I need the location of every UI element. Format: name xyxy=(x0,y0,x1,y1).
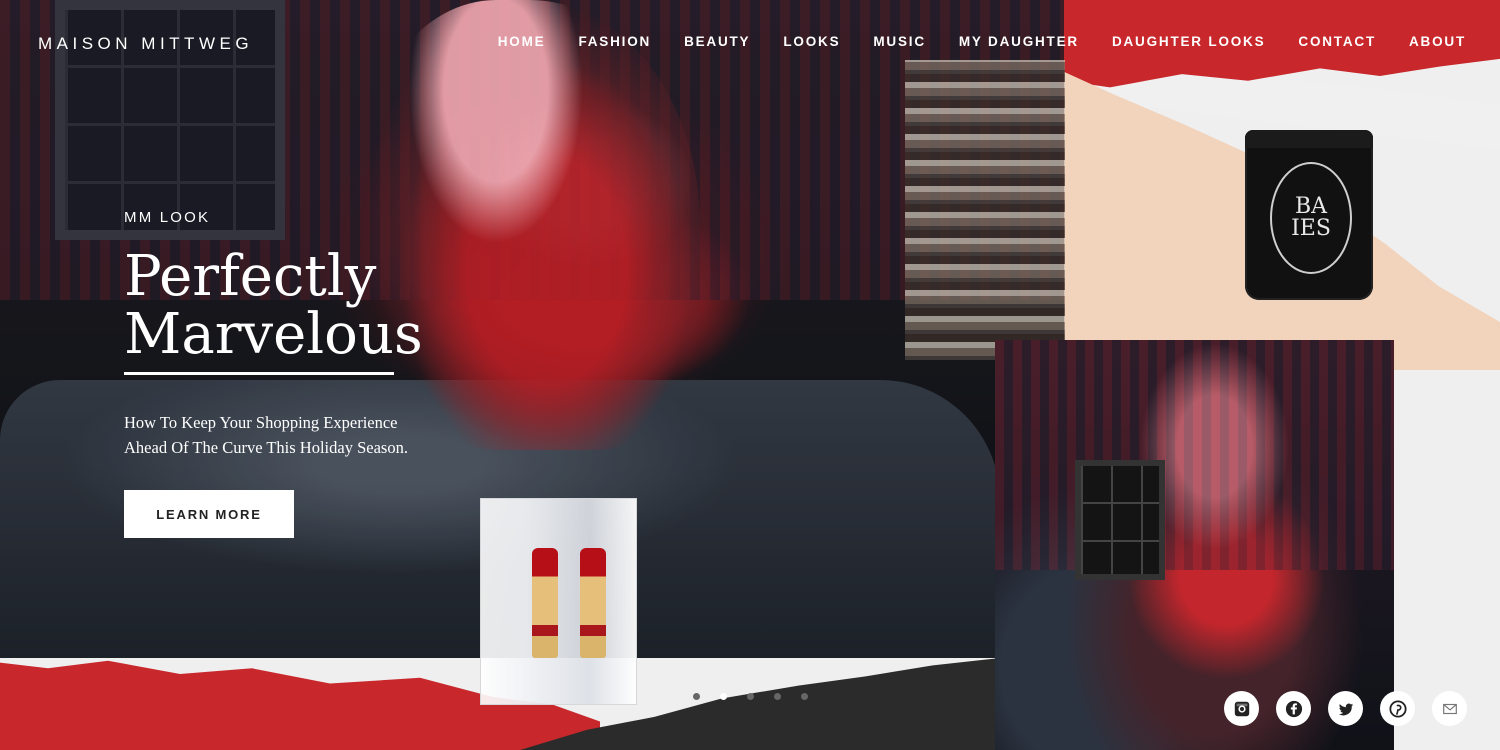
lipstick-right xyxy=(580,548,606,658)
instagram-button[interactable] xyxy=(1224,691,1259,726)
secondary-window xyxy=(1075,460,1165,580)
lipstick-acrylic-block xyxy=(480,498,637,705)
secondary-photo xyxy=(995,340,1394,750)
hero-headline: Perfectly Marvelous xyxy=(124,248,423,364)
twitter-icon xyxy=(1338,703,1353,715)
headline-line-1: Perfectly xyxy=(124,244,377,309)
candle-label-line-1: BA xyxy=(1294,194,1328,219)
hero-kicker: MM LOOK xyxy=(124,209,211,226)
headline-underline xyxy=(124,372,394,375)
instagram-icon xyxy=(1234,701,1249,716)
nav-looks[interactable]: LOOKS xyxy=(783,34,840,49)
subline-line-1: How To Keep Your Shopping Experience xyxy=(124,413,398,432)
hero-bookshelf xyxy=(905,60,1065,360)
pinterest-button[interactable] xyxy=(1380,691,1415,726)
main-nav: HOME FASHION BEAUTY LOOKS MUSIC MY DAUGH… xyxy=(498,34,1466,49)
twitter-button[interactable] xyxy=(1328,691,1363,726)
email-button[interactable] xyxy=(1432,691,1467,726)
social-links xyxy=(1224,691,1467,726)
nav-home[interactable]: HOME xyxy=(498,34,546,49)
nav-daughter-looks[interactable]: DAUGHTER LOOKS xyxy=(1112,34,1265,49)
nav-music[interactable]: MUSIC xyxy=(873,34,926,49)
pinterest-icon xyxy=(1388,699,1407,718)
candle-label-line-2: IES xyxy=(1291,216,1331,241)
subline-line-2: Ahead Of The Curve This Holiday Season. xyxy=(124,438,408,457)
facebook-icon xyxy=(1285,700,1302,717)
carousel-dot[interactable] xyxy=(801,693,808,700)
nav-fashion[interactable]: FASHION xyxy=(578,34,651,49)
nav-my-daughter[interactable]: MY DAUGHTER xyxy=(959,34,1079,49)
secondary-wallpaper xyxy=(995,340,1394,570)
carousel-dot-active[interactable] xyxy=(720,693,727,700)
site-logo[interactable]: MAISON MITTWEG xyxy=(38,34,253,54)
lipstick-left xyxy=(532,548,558,658)
email-icon xyxy=(1442,703,1457,714)
carousel-dot[interactable] xyxy=(747,693,754,700)
carousel-dot[interactable] xyxy=(693,693,700,700)
headline-line-2: Marvelous xyxy=(124,302,423,367)
hero-model xyxy=(360,0,700,450)
candle-rim xyxy=(1245,130,1373,148)
nav-about[interactable]: ABOUT xyxy=(1409,34,1466,49)
carousel-dots xyxy=(693,693,808,700)
carousel-dot[interactable] xyxy=(774,693,781,700)
hero-subline: How To Keep Your Shopping Experience Ahe… xyxy=(124,410,424,460)
facebook-button[interactable] xyxy=(1276,691,1311,726)
nav-contact[interactable]: CONTACT xyxy=(1298,34,1376,49)
candle-label: BA IES xyxy=(1270,162,1352,274)
nav-beauty[interactable]: BEAUTY xyxy=(684,34,750,49)
learn-more-button[interactable]: LEARN MORE xyxy=(124,490,294,538)
